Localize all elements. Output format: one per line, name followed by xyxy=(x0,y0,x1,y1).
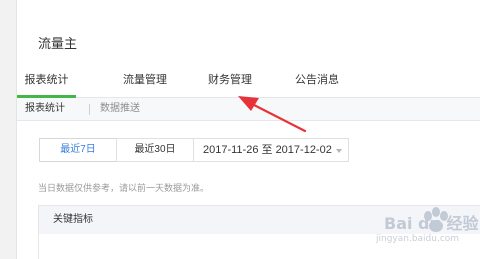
chevron-down-icon xyxy=(336,149,342,153)
tab-finance-management[interactable]: 财务管理 xyxy=(195,60,265,98)
watermark-brand: Bai du 经验 xyxy=(384,214,479,233)
range-last-30-days-button[interactable]: 最近30日 xyxy=(116,138,194,162)
subnav-data-push[interactable]: 数据推送 xyxy=(100,98,140,120)
subnav-report-stats[interactable]: 报表统计 xyxy=(25,98,65,120)
baidu-jingyan-watermark: Bai du 经验 jingyan.baidu.com xyxy=(376,204,480,259)
data-notice: 当日数据仅供参考，请以前一天数据为准。 xyxy=(38,183,210,193)
page-title: 流量主 xyxy=(38,36,78,51)
tab-bar: 报表统计 流量管理 财务管理 公告消息 xyxy=(17,60,480,98)
date-range-picker[interactable]: 2017-11-26 至 2017-12-02 xyxy=(193,138,349,162)
date-filter-group: 最近7日 最近30日 2017-11-26 至 2017-12-02 xyxy=(39,138,349,162)
sub-navigation: 报表统计 数据推送 xyxy=(17,98,480,121)
tab-traffic-management[interactable]: 流量管理 xyxy=(110,60,180,98)
left-strip xyxy=(0,0,17,259)
key-metrics-label: 关键指标 xyxy=(53,214,93,225)
tab-report-stats[interactable]: 报表统计 xyxy=(17,60,76,98)
watermark-url: jingyan.baidu.com xyxy=(376,234,460,244)
subnav-divider xyxy=(89,104,90,115)
range-last-7-days-button[interactable]: 最近7日 xyxy=(39,138,117,162)
tab-announcements[interactable]: 公告消息 xyxy=(282,60,352,98)
date-range-value: 2017-11-26 至 2017-12-02 xyxy=(203,144,332,156)
